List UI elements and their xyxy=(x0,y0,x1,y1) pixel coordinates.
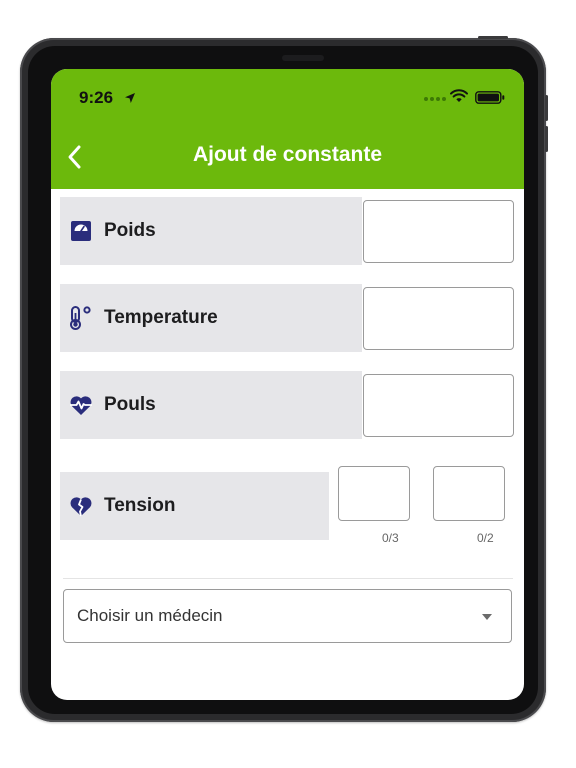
doctor-select-value: Choisir un médecin xyxy=(77,606,223,625)
app-screen: 9:26 Ajout de constante Poids Temperatur… xyxy=(51,69,524,700)
row-label-text: Temperature xyxy=(104,307,218,328)
heartbeat-icon xyxy=(68,392,94,418)
doctor-select[interactable]: Choisir un médecin xyxy=(63,589,512,643)
poids-input[interactable] xyxy=(363,200,514,263)
tension-diastolic-input[interactable] xyxy=(433,466,505,521)
camera-sensor xyxy=(282,55,324,61)
top-button xyxy=(478,36,508,39)
diastolic-char-counter: 0/2 xyxy=(477,531,494,545)
row-label-text: Poids xyxy=(104,220,156,241)
row-label-text: Pouls xyxy=(104,394,156,415)
volume-up-button xyxy=(545,95,548,121)
status-time: 9:26 xyxy=(79,88,114,107)
volume-down-button xyxy=(545,126,548,152)
location-arrow-icon xyxy=(125,93,135,103)
page-title-text: Ajout de constante xyxy=(192,143,382,166)
row-label-temperature: Temperature xyxy=(60,284,362,352)
dropdown-caret-icon xyxy=(482,614,492,620)
row-label-pouls: Pouls xyxy=(60,371,362,439)
scale-icon xyxy=(68,218,94,244)
temperature-input[interactable] xyxy=(363,287,514,350)
pouls-input[interactable] xyxy=(363,374,514,437)
app-header: 9:26 Ajout de constante xyxy=(51,69,524,189)
section-divider xyxy=(63,578,513,579)
row-label-poids: Poids xyxy=(60,197,362,265)
battery-icon xyxy=(475,91,505,104)
broken-heart-icon xyxy=(68,493,94,519)
tension-systolic-input[interactable] xyxy=(338,466,410,521)
wifi-icon xyxy=(450,89,468,102)
signal-dots-icon xyxy=(424,97,446,101)
row-label-tension: Tension xyxy=(60,472,329,540)
systolic-char-counter: 0/3 xyxy=(382,531,399,545)
thermometer-icon xyxy=(68,305,94,331)
row-label-text: Tension xyxy=(104,495,176,516)
page-title: Ajout de constante xyxy=(51,143,524,167)
